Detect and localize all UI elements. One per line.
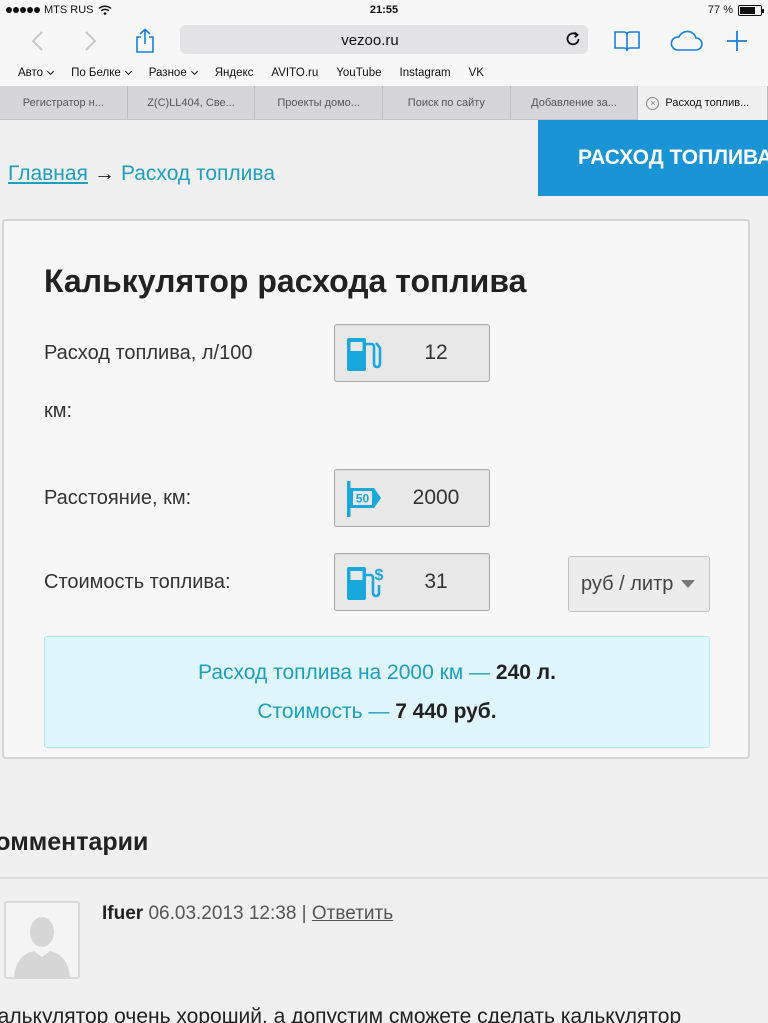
calculator-card: Калькулятор расхода топлива Расход топли… [2, 219, 750, 759]
icloud-tabs-button[interactable] [668, 26, 704, 56]
battery-icon [738, 4, 764, 16]
comments-divider [0, 877, 768, 879]
breadcrumb-current: Расход топлива [120, 162, 276, 185]
web-page: РАСХОД ТОПЛИВА Главная → Расход топлива Ка… [0, 120, 768, 1023]
url-text: vezoo.ru [341, 32, 399, 49]
bookmark-label: YouTube [336, 67, 382, 79]
bookmark-vk[interactable]: VK [469, 67, 484, 79]
close-tab-icon[interactable]: × [646, 96, 660, 110]
calculator-title: Калькулятор расхода топлива [44, 263, 527, 299]
consumption-value: 12 [424, 341, 448, 364]
bookmark-yandex[interactable]: Яндекс [215, 67, 254, 79]
chevron-left-icon [31, 31, 43, 51]
avatar [4, 901, 80, 979]
fuel-pump-icon [347, 338, 382, 371]
battery-status: 77 % [707, 4, 764, 16]
cloud-icon [670, 30, 703, 51]
road-sign-number: 50 [356, 492, 370, 506]
bookmark-label: AVITO.ru [271, 67, 319, 79]
address-bar[interactable]: vezoo.ru [180, 25, 588, 54]
dropdown-arrow-icon [681, 580, 695, 588]
tab-5[interactable]: Добавление за... [511, 86, 639, 120]
chevron-down-icon [190, 67, 198, 76]
meta-separator: | [301, 903, 307, 924]
status-bar: MTS RUS 21:55 77 % [0, 0, 768, 22]
comment-text: калькулятор очень хороший, а допустим см… [0, 1005, 682, 1023]
cost-input[interactable]: $ 31 [334, 553, 490, 611]
result-box: Расход топлива на 2000 км — 240 л. Стоим… [44, 636, 710, 748]
back-button[interactable] [22, 26, 52, 56]
reload-icon[interactable] [564, 30, 582, 48]
tab-label: Z(C)LL404, Све... [147, 97, 235, 109]
share-icon [136, 28, 154, 53]
chevron-down-icon [124, 67, 132, 76]
comment-date: 06.03.2013 12:38 [148, 903, 297, 924]
tab-3[interactable]: Проекты домо... [255, 86, 384, 120]
distance-label: Расстояние, км: [44, 487, 192, 509]
chevron-right-icon [85, 31, 97, 51]
bookmark-label: Instagram [399, 67, 451, 79]
bookmark-label: Авто [18, 67, 44, 79]
tab-2[interactable]: Z(C)LL404, Све... [128, 86, 256, 120]
section-banner[interactable]: РАСХОД ТОПЛИВА [538, 120, 768, 196]
bookmark-label: VK [468, 67, 484, 79]
breadcrumb-home-link[interactable]: Главная [8, 162, 88, 185]
fuel-price-icon: $ [347, 567, 384, 600]
bookmarks-bar: Авто По Белке Разное Яндекс AVITO.ru You… [0, 60, 768, 86]
unit-select-value: руб / литр [581, 573, 674, 595]
bookmark-label: Яндекс [214, 67, 254, 79]
bookmark-label: По Белке [71, 67, 121, 79]
road-sign-icon: 50 [347, 481, 381, 517]
breadcrumb-arrow: → [93, 162, 115, 185]
book-icon [614, 31, 640, 52]
bookmark-raznoe[interactable]: Разное [148, 67, 198, 79]
reply-link[interactable]: Ответить [312, 903, 393, 924]
comment-author[interactable]: Ifuer [102, 903, 143, 924]
plus-icon [727, 31, 747, 51]
bookmark-avito[interactable]: AVITO.ru [271, 67, 318, 79]
tab-1[interactable]: Регистратор н... [0, 86, 128, 120]
bookmark-label: Разное [148, 67, 187, 79]
cost-label: Стоимость топлива: [44, 571, 231, 593]
distance-input[interactable]: 50 2000 [334, 469, 490, 527]
tab-label: Регистратор н... [22, 97, 104, 109]
result-cost-value: 7 440 руб. [395, 700, 497, 723]
tab-label: Добавление за... [531, 97, 617, 109]
unit-select[interactable]: руб / литр [568, 556, 710, 612]
consumption-input[interactable]: 12 [334, 324, 490, 382]
tab-label: Расход топлив... [665, 97, 750, 109]
result-consumption: Расход топлива на 2000 км — 240 л. [198, 661, 556, 684]
result-cost: Стоимость — 7 440 руб. [257, 700, 497, 723]
chevron-down-icon [47, 67, 55, 76]
cost-value: 31 [424, 570, 448, 593]
tab-active[interactable]: × Расход топлив... [638, 86, 768, 120]
bookmark-instagram[interactable]: Instagram [400, 67, 451, 79]
breadcrumb: Главная → Расход топлива [8, 162, 275, 186]
new-tab-button[interactable] [722, 26, 752, 56]
bookmark-avto[interactable]: Авто [18, 67, 55, 79]
tab-label: Проекты домо... [277, 97, 360, 109]
clock: 21:55 [369, 4, 399, 16]
forward-button[interactable] [76, 26, 106, 56]
tab-label: Поиск по сайту [407, 97, 485, 109]
tab-4[interactable]: Поиск по сайту [383, 86, 511, 120]
bookmark-youtube[interactable]: YouTube [336, 67, 381, 79]
result-consumption-value: 240 л. [495, 661, 556, 684]
bookmark-po-belke[interactable]: По Белке [71, 67, 132, 79]
battery-percent: 77 % [707, 4, 733, 16]
tab-bar: Регистратор н... Z(C)LL404, Све... Проек… [0, 86, 768, 120]
comments-heading: Комментарии [0, 828, 149, 856]
user-silhouette-icon [6, 903, 78, 977]
bookmarks-button[interactable] [612, 26, 642, 56]
distance-value: 2000 [412, 486, 460, 509]
svg-text:$: $ [375, 567, 384, 584]
browser-toolbar: vezoo.ru [0, 22, 768, 60]
consumption-label: Расход топлива, л/100 км: [44, 342, 253, 422]
comment-meta: Ifuer 06.03.2013 12:38 | Ответить [102, 903, 393, 925]
share-button[interactable] [130, 26, 160, 56]
